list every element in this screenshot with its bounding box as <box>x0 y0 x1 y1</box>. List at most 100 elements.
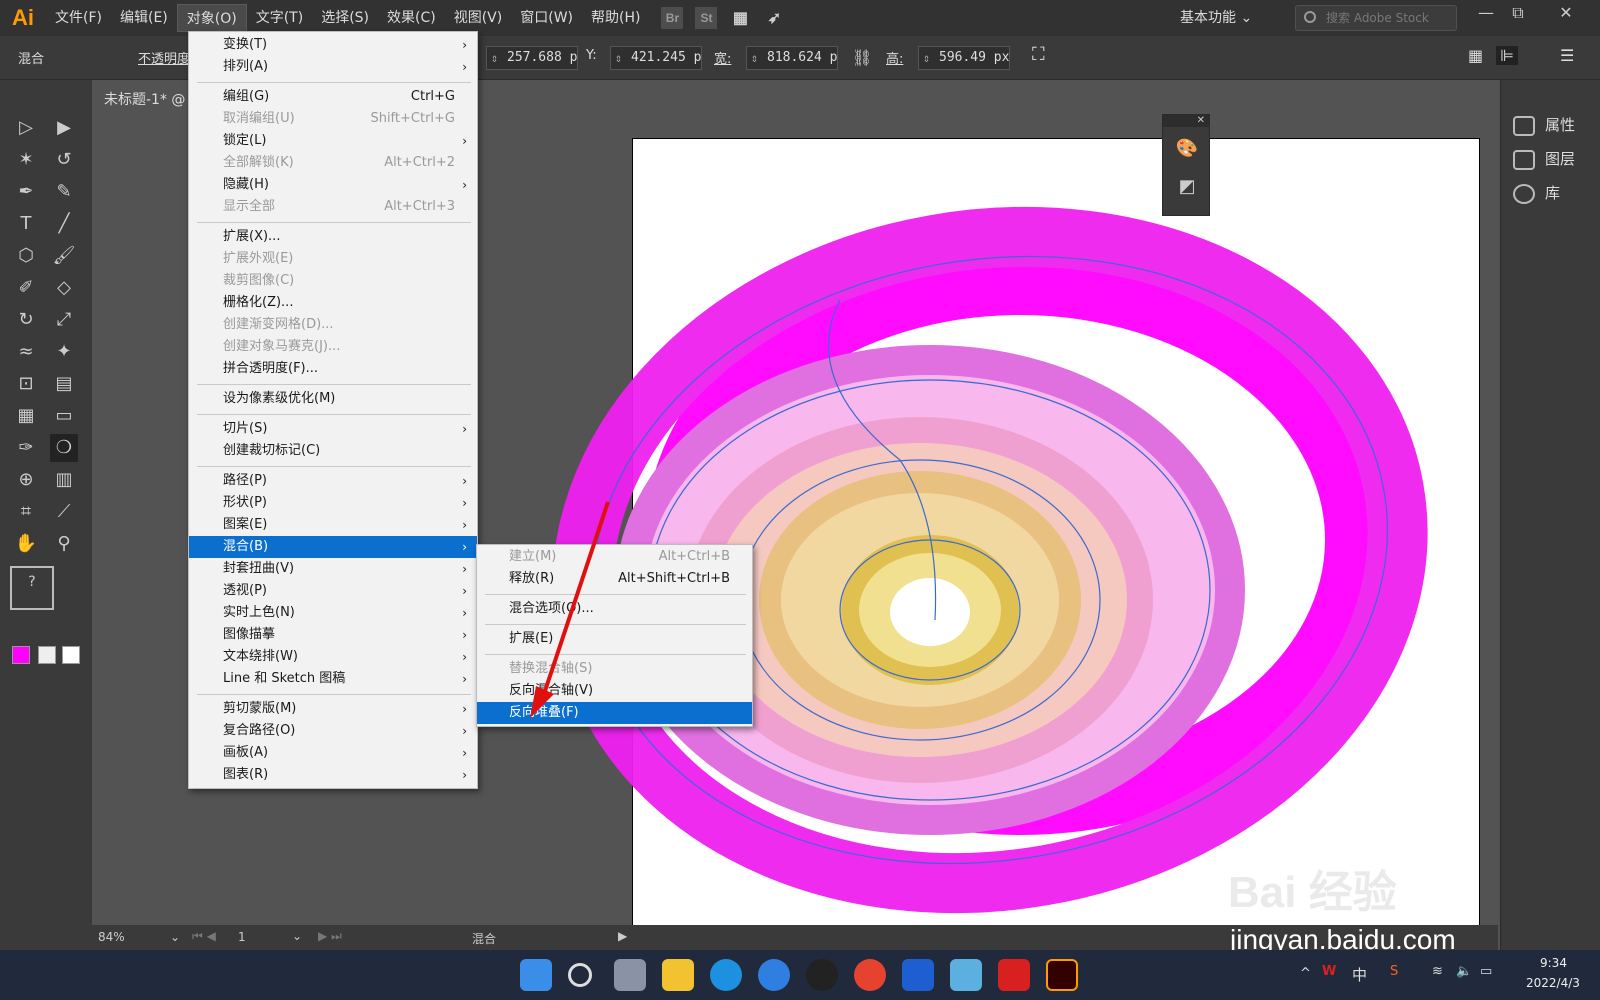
objmenu-item-18[interactable]: 设为像素级优化(M) <box>189 388 477 410</box>
artboard-tool-icon[interactable]: ⌗ <box>12 498 40 526</box>
puppet-warp-icon[interactable]: ✦ <box>50 338 78 366</box>
gradient-tool-icon[interactable]: ▭ <box>50 402 78 430</box>
tray-chevron-icon[interactable]: ^ <box>1300 966 1311 981</box>
objmenu-item-10[interactable]: 扩展(X)... <box>189 226 477 248</box>
qq-icon[interactable] <box>806 959 838 991</box>
sogou-icon[interactable]: S <box>1390 964 1398 979</box>
objmenu-item-13[interactable]: 栅格化(Z)... <box>189 292 477 314</box>
objmenu-item-25[interactable]: 图案(E) › <box>189 514 477 536</box>
mesh-tool-icon[interactable]: ▦ <box>12 402 40 430</box>
artboard-dropdown-icon[interactable]: ⌄ <box>292 929 302 943</box>
stock-icon[interactable]: St <box>695 7 718 29</box>
wifi-icon[interactable]: ≋ <box>1432 964 1443 979</box>
file-explorer-icon[interactable] <box>662 959 694 991</box>
menu-4[interactable]: 选择(S) <box>312 4 378 32</box>
panel-grid-icon[interactable]: ▦ <box>1468 46 1483 65</box>
workspace-switcher[interactable]: 基本功能 ⌄ <box>1180 4 1252 32</box>
width-field[interactable]: 818.624 p <box>746 46 838 70</box>
clock-time[interactable]: 9:34 <box>1540 956 1567 970</box>
zoom-dropdown-icon[interactable]: ⌄ <box>170 930 180 944</box>
gpu-rocket-icon[interactable]: ➶ <box>763 7 785 29</box>
objmenu-item-16[interactable]: 拼合透明度(F)... <box>189 358 477 380</box>
fill-stroke-icon[interactable]: ? <box>10 566 54 610</box>
wps-tray-icon[interactable]: W <box>1322 964 1336 979</box>
notepad-icon[interactable] <box>950 959 982 991</box>
rotate-tool-icon[interactable]: ↻ <box>12 306 40 334</box>
objmenu-item-5[interactable]: 锁定(L) › <box>189 130 477 152</box>
zoom-tool-icon[interactable]: ⚲ <box>50 530 78 558</box>
align-icon[interactable]: ⊫ <box>1496 46 1518 65</box>
height-field[interactable]: 596.49 px <box>918 46 1010 70</box>
objmenu-item-8[interactable]: 显示全部 Alt+Ctrl+3 <box>189 196 477 218</box>
menu-5[interactable]: 效果(C) <box>378 4 445 32</box>
none-stroke-swatch[interactable] <box>62 646 80 664</box>
menu-7[interactable]: 窗口(W) <box>511 4 582 32</box>
layers-tab[interactable]: 图层 <box>1513 144 1575 174</box>
objmenu-item-0[interactable]: 变换(T) › <box>189 34 477 56</box>
objmenu-item-11[interactable]: 扩展外观(E) <box>189 248 477 270</box>
type-tool-icon[interactable]: T <box>12 210 40 238</box>
graph-tool-icon[interactable]: ▥ <box>50 466 78 494</box>
objmenu-item-14[interactable]: 创建渐变网格(D)... <box>189 314 477 336</box>
zoom-select[interactable]: 84% <box>98 930 125 944</box>
objmenu-item-26[interactable]: 混合(B) › <box>189 536 477 558</box>
fill-color-swatch[interactable] <box>12 646 30 664</box>
minimize-button[interactable]: — <box>1468 0 1504 26</box>
objmenu-item-24[interactable]: 形状(P) › <box>189 492 477 514</box>
paintbrush-icon[interactable]: 🖌 <box>50 242 78 270</box>
perspective-grid-icon[interactable]: ▤ <box>50 370 78 398</box>
ime-indicator[interactable]: 中 <box>1352 964 1367 985</box>
scale-tool-icon[interactable]: ⤢ <box>50 306 78 334</box>
document-tab[interactable]: 未标题-1* @ <box>96 86 185 114</box>
objmenu-item-31[interactable]: 文本绕排(W) › <box>189 646 477 668</box>
artboard-number[interactable]: 1 <box>238 930 246 944</box>
chrome-icon[interactable] <box>854 959 886 991</box>
stock-search-input[interactable]: 搜索 Adobe Stock <box>1295 5 1457 31</box>
free-transform-icon[interactable]: ⊡ <box>12 370 40 398</box>
shape-tool-icon[interactable]: ⬡ <box>12 242 40 270</box>
first-page-icon[interactable]: ⏮ ◀ <box>192 929 216 944</box>
hand-tool-icon[interactable]: ✋ <box>12 530 40 558</box>
next-page-icon[interactable]: ▶ ⏭ <box>318 929 342 944</box>
restore-button[interactable]: ⧉ <box>1500 0 1536 26</box>
menu-6[interactable]: 视图(V) <box>445 4 512 32</box>
objmenu-item-15[interactable]: 创建对象马赛克(J)... <box>189 336 477 358</box>
constrain-link-icon[interactable]: ⛓ <box>852 48 872 67</box>
lasso-icon[interactable]: ↺ <box>50 146 78 174</box>
objmenu-item-3[interactable]: 编组(G) Ctrl+G <box>189 86 477 108</box>
opacity-label[interactable]: 不透明度 <box>138 48 190 67</box>
magic-wand-icon[interactable]: ✶ <box>12 146 40 174</box>
direct-selection-tool-icon[interactable]: ▶ <box>50 114 78 142</box>
objmenu-item-29[interactable]: 实时上色(N) › <box>189 602 477 624</box>
bridge-icon[interactable]: Br <box>661 7 684 29</box>
selection-tool-icon[interactable]: ▷ <box>12 114 40 142</box>
panel-menu-icon[interactable]: ☰ <box>1560 46 1574 65</box>
menu-1[interactable]: 编辑(E) <box>111 4 177 32</box>
eraser-icon[interactable]: ◇ <box>50 274 78 302</box>
eyedropper-icon[interactable]: ✑ <box>12 434 40 462</box>
objmenu-item-27[interactable]: 封套扭曲(V) › <box>189 558 477 580</box>
curvature-tool-icon[interactable]: ✎ <box>50 178 78 206</box>
menu-8[interactable]: 帮助(H) <box>582 4 649 32</box>
objmenu-item-37[interactable]: 图表(R) › <box>189 764 477 786</box>
panel-close-icon[interactable]: ✕ <box>1163 115 1209 127</box>
objmenu-item-20[interactable]: 切片(S) › <box>189 418 477 440</box>
properties-tab[interactable]: 属性 <box>1513 110 1575 140</box>
blend-tool-icon[interactable]: ❍ <box>50 434 78 462</box>
menu-2[interactable]: 对象(O) <box>176 4 247 32</box>
objmenu-item-7[interactable]: 隐藏(H) › <box>189 174 477 196</box>
shaper-tool-icon[interactable]: ✐ <box>12 274 40 302</box>
search-icon[interactable] <box>568 963 592 987</box>
line-tool-icon[interactable]: ╱ <box>50 210 78 238</box>
warp-tool-icon[interactable]: ≈ <box>12 338 40 366</box>
wps-icon[interactable] <box>998 959 1030 991</box>
objmenu-item-4[interactable]: 取消编组(U) Shift+Ctrl+G <box>189 108 477 130</box>
objmenu-item-30[interactable]: 图像描摹 › <box>189 624 477 646</box>
objmenu-item-28[interactable]: 透视(P) › <box>189 580 477 602</box>
none-swatch[interactable] <box>38 646 56 664</box>
pen-tool-icon[interactable]: ✒ <box>12 178 40 206</box>
objmenu-item-21[interactable]: 创建裁切标记(C) <box>189 440 477 462</box>
status-menu-icon[interactable]: ▶ <box>618 929 627 943</box>
objmenu-item-12[interactable]: 裁剪图像(C) <box>189 270 477 292</box>
edge-icon[interactable] <box>710 959 742 991</box>
